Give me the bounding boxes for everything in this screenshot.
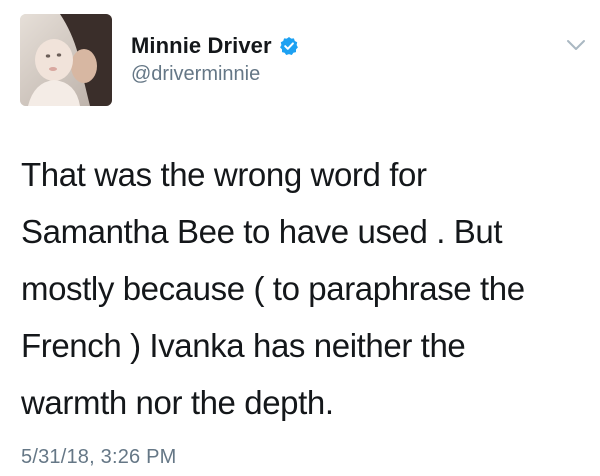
tweet-text-line: That was the wrong word for: [21, 156, 427, 193]
tweet-text-line: warmth nor the depth.: [21, 384, 334, 421]
timestamp[interactable]: 5/31/18, 3:26 PM: [21, 446, 177, 469]
display-name[interactable]: Minnie Driver: [131, 33, 272, 59]
tweet-text-line: French ) Ivanka has neither the: [21, 327, 466, 364]
tweet-card: Minnie Driver @driverminnie That was the…: [0, 0, 600, 476]
verified-badge-icon: [279, 36, 299, 56]
chevron-down-icon[interactable]: [566, 38, 586, 52]
tweet-text: That was the wrong word for Samantha Bee…: [21, 146, 591, 431]
author-name-row[interactable]: Minnie Driver: [131, 32, 299, 60]
tweet-text-line: Samantha Bee to have used . But: [21, 213, 503, 250]
avatar[interactable]: [20, 14, 112, 106]
author-handle[interactable]: @driverminnie: [131, 63, 260, 86]
profile-photo-icon: [20, 14, 112, 106]
tweet-text-line: mostly because ( to paraphrase the: [21, 270, 525, 307]
